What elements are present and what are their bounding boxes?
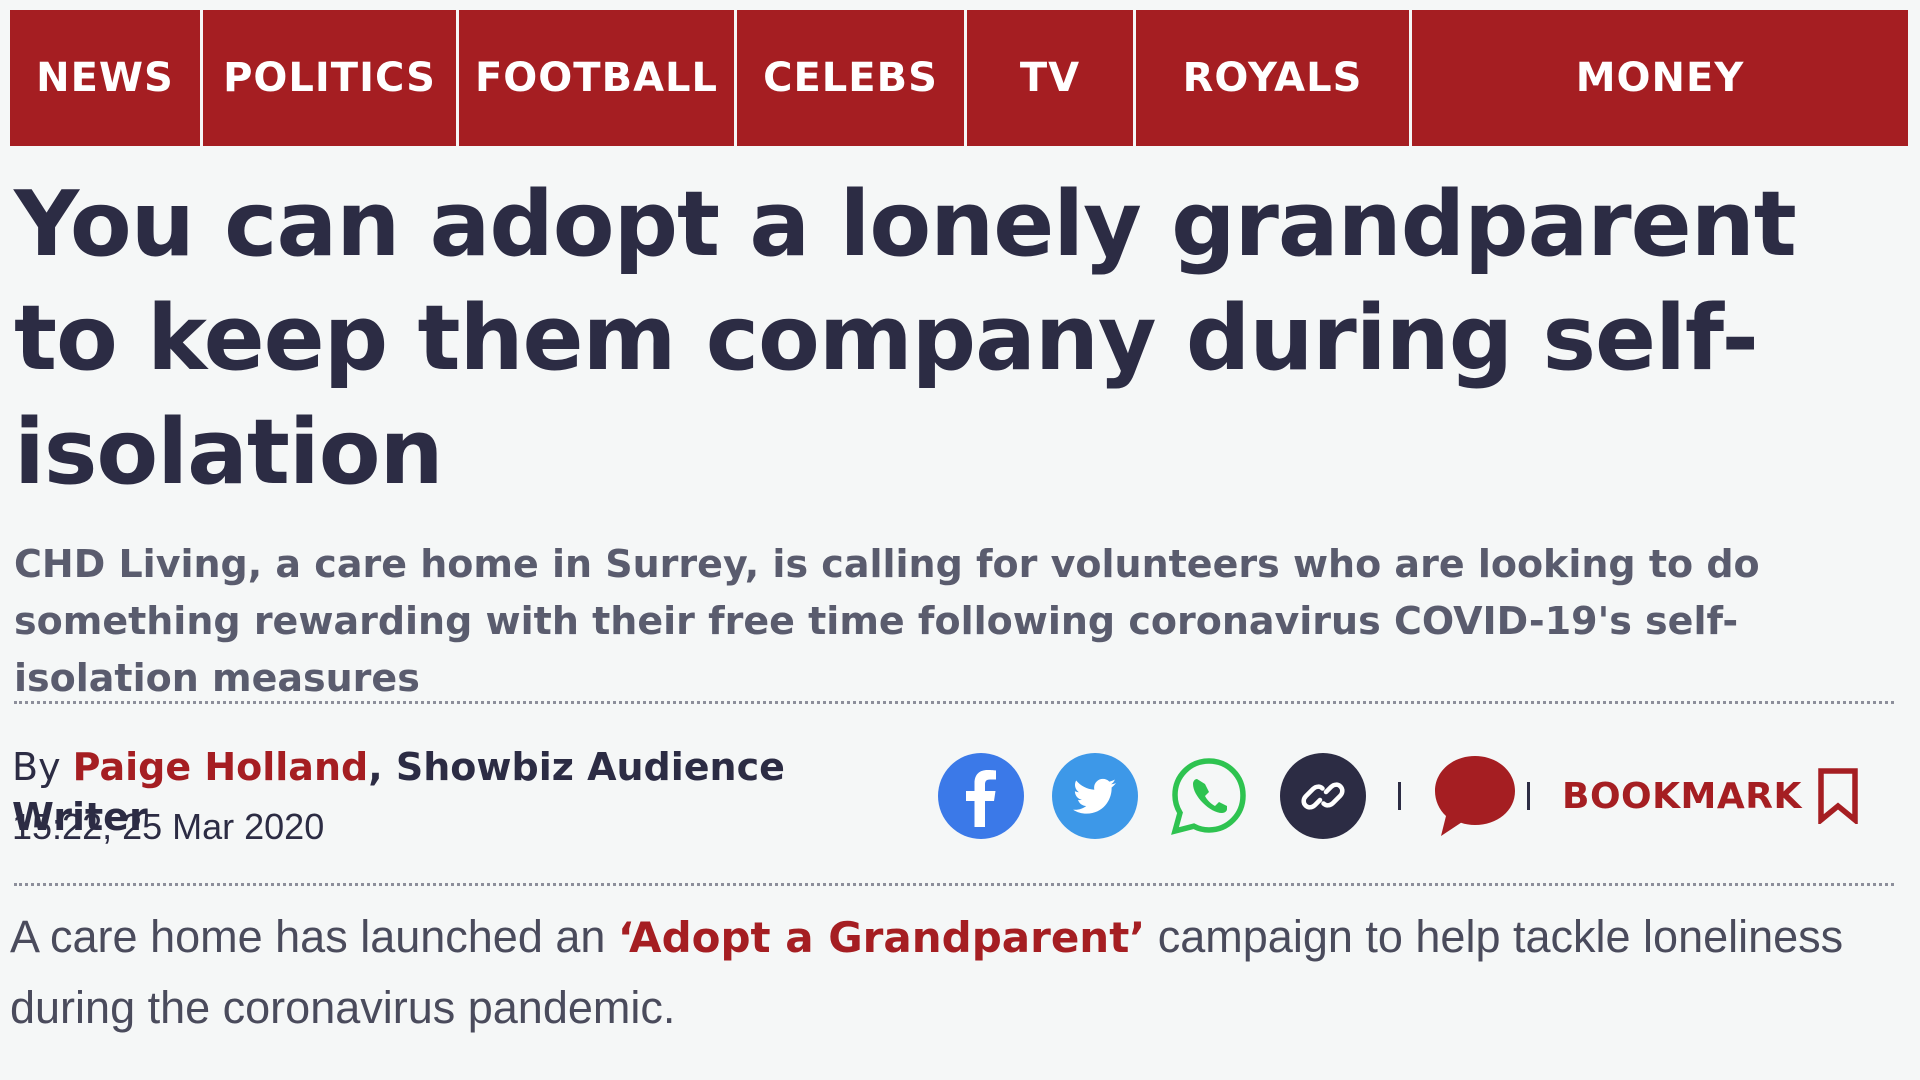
divider-bottom <box>14 883 1894 886</box>
whatsapp-icon <box>1171 758 1246 835</box>
nav-item-football[interactable]: FOOTBALL <box>459 10 734 146</box>
article-standfirst: CHD Living, a care home in Surrey, is ca… <box>14 542 1760 700</box>
body-text-before: A care home has launched an <box>10 911 618 962</box>
main-nav: NEWS POLITICS FOOTBALL CELEBS TV ROYALS … <box>10 10 1908 146</box>
link-icon <box>1301 782 1345 810</box>
facebook-share-button[interactable] <box>938 753 1024 839</box>
bookmark-label: BOOKMARK <box>1562 775 1802 817</box>
bookmark-icon <box>1818 768 1858 824</box>
bookmark-button[interactable]: BOOKMARK <box>1562 768 1860 824</box>
adopt-a-grandparent-link[interactable]: ‘Adopt a Grandparent’ <box>618 913 1145 962</box>
share-separator-2 <box>1527 782 1530 810</box>
nav-item-royals[interactable]: ROYALS <box>1136 10 1409 146</box>
twitter-share-button[interactable] <box>1052 753 1138 839</box>
whatsapp-share-button[interactable] <box>1166 753 1252 839</box>
nav-item-celebs[interactable]: CELEBS <box>737 10 964 146</box>
share-separator <box>1398 782 1401 810</box>
publish-timestamp: 15:22, 25 Mar 2020 <box>12 806 325 847</box>
article-headline: You can adopt a lonely grandparent to ke… <box>14 172 1797 505</box>
copy-link-button[interactable] <box>1280 753 1366 839</box>
share-bar: BOOKMARK <box>938 752 1860 840</box>
twitter-icon <box>1073 778 1116 814</box>
byline-prefix: By <box>12 745 73 789</box>
comments-button[interactable] <box>1431 753 1519 839</box>
nav-item-money[interactable]: MONEY <box>1412 10 1908 146</box>
nav-item-tv[interactable]: TV <box>967 10 1133 146</box>
facebook-icon <box>966 770 996 827</box>
nav-item-politics[interactable]: POLITICS <box>203 10 456 146</box>
article-page: NEWS POLITICS FOOTBALL CELEBS TV ROYALS … <box>0 0 1920 1080</box>
divider-top <box>14 701 1894 704</box>
author-link[interactable]: Paige Holland <box>73 745 369 789</box>
article-body-paragraph: A care home has launched an ‘Adopt a Gra… <box>10 902 1910 1043</box>
nav-item-news[interactable]: NEWS <box>10 10 200 146</box>
comment-icon <box>1435 756 1515 836</box>
